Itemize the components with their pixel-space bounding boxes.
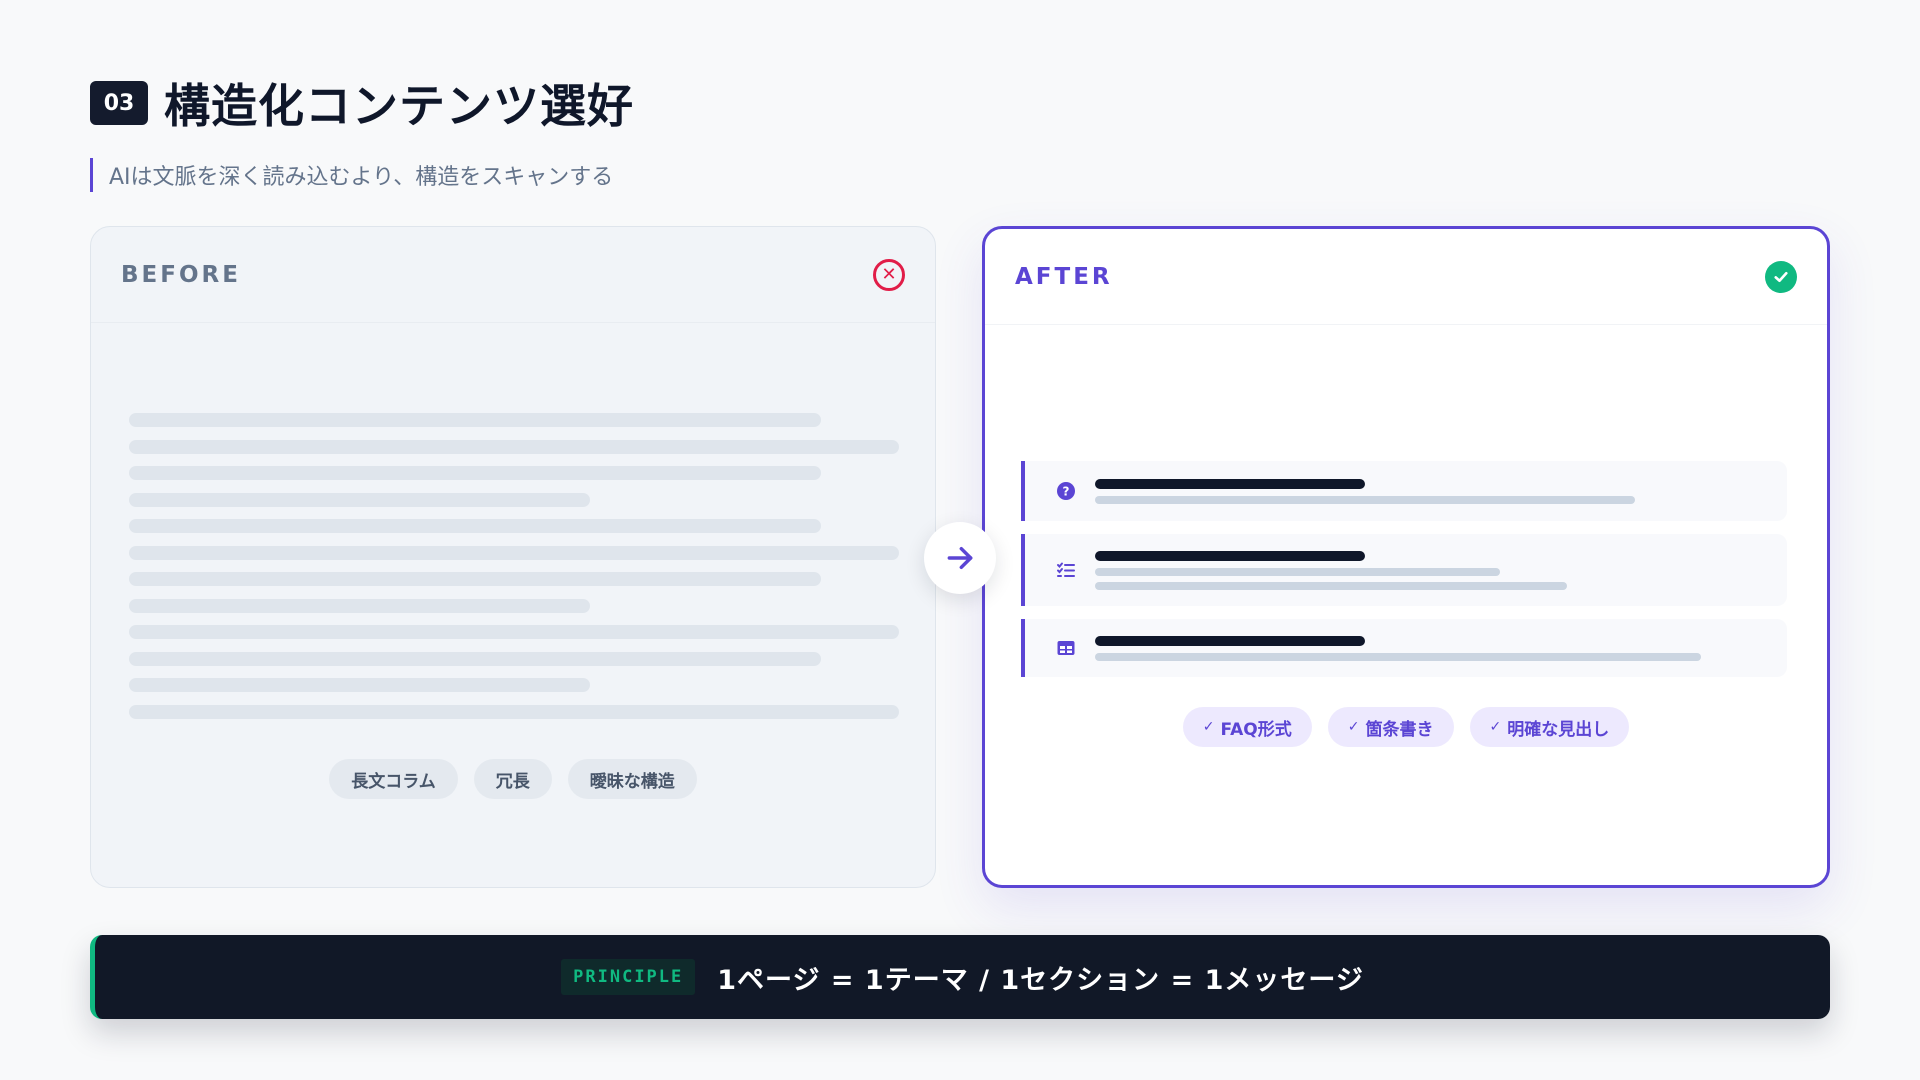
faq-block: ? [1021, 461, 1787, 521]
check-icon: ✓ [1347, 719, 1360, 735]
body-line [1095, 567, 1500, 576]
faq-block-lines [1095, 478, 1635, 504]
text-line [129, 704, 899, 719]
text-line [129, 439, 899, 454]
heading-line [1095, 550, 1365, 561]
tag-clear-headings: ✓ 明確な見出し [1469, 707, 1630, 747]
text-line [129, 519, 821, 533]
after-card-header: AFTER [985, 229, 1827, 325]
principle-banner: PRINCIPLE 1ページ = 1テーマ / 1セクション = 1メッセージ [90, 935, 1830, 1019]
text-line [129, 572, 821, 586]
before-label: BEFORE [121, 261, 241, 288]
page-title: 構造化コンテンツ選好 [164, 79, 634, 133]
after-label: AFTER [1015, 263, 1113, 290]
title-row: 03 構造化コンテンツ選好 [90, 70, 634, 136]
tag-bullets-label: 箇条書き [1365, 719, 1434, 740]
after-tags: ✓ FAQ形式 ✓ 箇条書き ✓ 明確な見出し [985, 707, 1827, 747]
body-line [1095, 495, 1635, 504]
text-line [129, 492, 590, 507]
text-line [129, 625, 899, 639]
slide-header: 03 構造化コンテンツ選好 AIは文脈を深く読み込むより、構造をスキャンする [90, 70, 634, 192]
text-line [129, 545, 899, 560]
tag-faq-label: FAQ形式 [1220, 719, 1292, 740]
before-card: BEFORE ✕ 長文コラム 冗長 曖昧な構造 [90, 226, 936, 888]
text-placeholder-lines [129, 413, 899, 731]
structured-blocks: ? [1021, 461, 1787, 690]
tag-bullets: ✓ 箇条書き [1327, 707, 1454, 747]
table-icon [1055, 637, 1077, 659]
table-block [1021, 619, 1787, 677]
text-line [129, 466, 821, 480]
tag-faq: ✓ FAQ形式 [1182, 707, 1312, 747]
svg-text:?: ? [1063, 485, 1070, 499]
check-circle-icon [1765, 260, 1797, 293]
text-line [129, 598, 590, 613]
tag-clear-headings-label: 明確な見出し [1507, 719, 1610, 740]
text-line [129, 413, 821, 427]
check-icon: ✓ [1202, 719, 1215, 735]
principle-text: 1ページ = 1テーマ / 1セクション = 1メッセージ [717, 964, 1364, 996]
text-line [129, 678, 590, 692]
tag-verbose: 冗長 [473, 759, 552, 799]
tag-ambiguous-structure: 曖昧な構造 [567, 759, 697, 799]
table-block-lines [1095, 635, 1701, 661]
principle-label: PRINCIPLE [561, 959, 696, 995]
list-block-lines [1095, 550, 1567, 590]
body-line [1095, 581, 1567, 590]
after-card: AFTER ? ✓ FAQ形式 ✓ 箇条書き ✓ 明確な見出し [982, 226, 1830, 888]
subtitle-row: AIは文脈を深く読み込むより、構造をスキャンする [90, 158, 634, 192]
checklist-icon [1055, 559, 1077, 581]
list-block [1021, 534, 1787, 606]
section-number-badge: 03 [90, 81, 148, 125]
page-subtitle: AIは文脈を深く読み込むより、構造をスキャンする [109, 165, 614, 190]
heading-line [1095, 635, 1365, 646]
question-circle-icon: ? [1055, 480, 1077, 502]
heading-line [1095, 478, 1365, 489]
tag-long-column: 長文コラム [329, 759, 458, 799]
body-line [1095, 652, 1701, 661]
x-circle-icon: ✕ [873, 258, 905, 291]
arrow-right-icon [924, 522, 996, 594]
check-icon: ✓ [1489, 719, 1502, 735]
text-line [129, 651, 821, 666]
before-tags: 長文コラム 冗長 曖昧な構造 [91, 759, 935, 799]
before-card-header: BEFORE ✕ [91, 227, 935, 323]
